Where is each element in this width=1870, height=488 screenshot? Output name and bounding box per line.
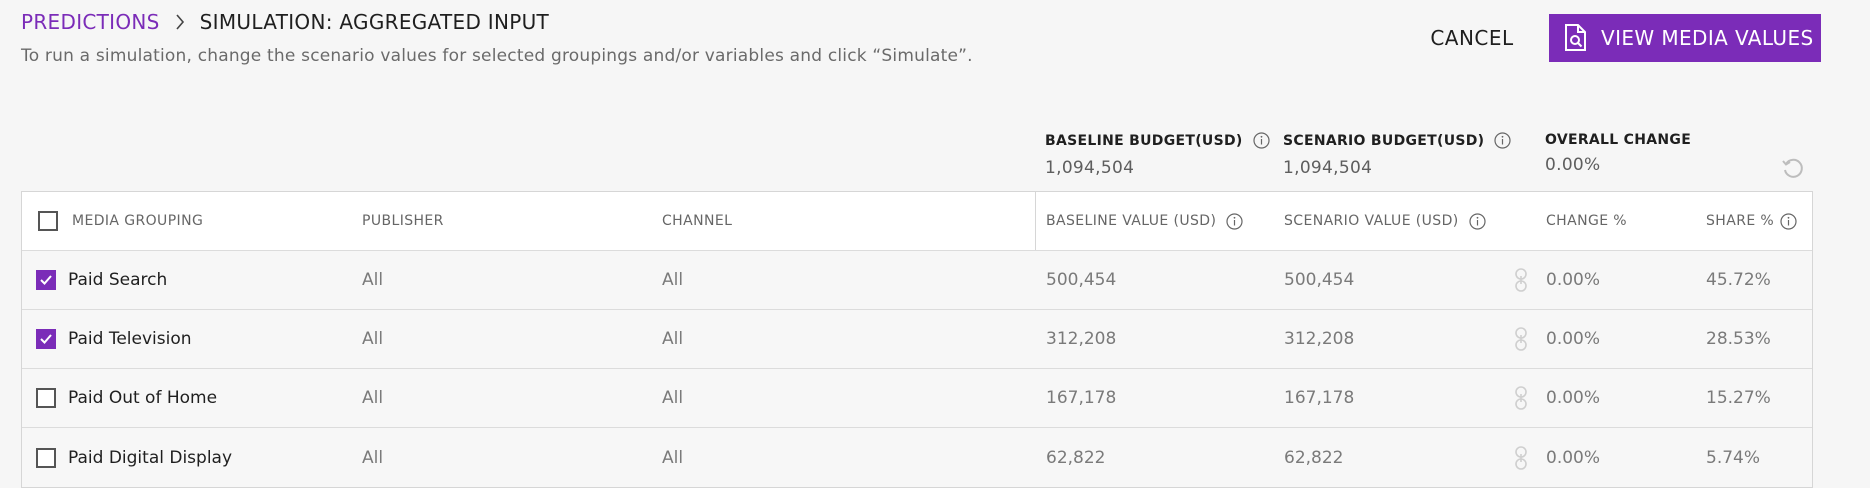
table-row: Paid Out of Home All All 167,178 167,178… [22,369,1812,428]
header-change[interactable]: CHANGE % [1546,192,1627,250]
media-grouping-name: Paid Search [68,270,168,290]
share-value: 5.74% [1706,447,1761,468]
row-checkbox[interactable] [36,447,56,468]
view-media-values-label: VIEW MEDIA VALUES [1601,26,1814,50]
row-checkbox[interactable] [36,388,56,408]
header-baseline-value[interactable]: BASELINE VALUE (USD) [1046,213,1216,229]
scenario-budget-label: SCENARIO BUDGET(USD) [1283,132,1485,149]
scenario-value-input[interactable]: 167,178 [1284,369,1354,427]
info-icon[interactable] [1252,132,1270,149]
media-grouping-name: Paid Out of Home [68,388,218,408]
header-scenario-value[interactable]: SCENARIO VALUE (USD) [1284,213,1459,229]
reset-icon[interactable] [1780,155,1806,185]
scenario-value-input[interactable]: 62,822 [1284,428,1343,487]
page-subtitle: To run a simulation, change the scenario… [21,46,973,66]
change-value: 0.00% [1546,447,1601,468]
media-table: MEDIA GROUPING PUBLISHER CHANNEL BASELIN… [21,191,1813,488]
document-search-icon [1563,23,1589,53]
chevron-right-icon [174,13,186,31]
header-share[interactable]: SHARE % [1706,213,1774,229]
overall-change-summary: OVERALL CHANGE 0.00% [1545,132,1691,175]
header-channel[interactable]: CHANNEL [662,192,732,250]
table-row: Paid Television All All 312,208 312,208 … [22,310,1812,369]
link-icon[interactable] [1514,267,1528,293]
channel-value: All [662,388,684,408]
breadcrumb: PREDICTIONS SIMULATION: AGGREGATED INPUT [21,10,549,34]
publisher-value: All [362,270,384,290]
view-media-values-button[interactable]: VIEW MEDIA VALUES [1549,14,1821,62]
publisher-value: All [362,388,384,408]
change-value: 0.00% [1546,329,1601,349]
baseline-value: 62,822 [1046,447,1106,468]
share-value: 45.72% [1706,270,1771,290]
table-row: Paid Search All All 500,454 500,454 0.00… [22,251,1812,310]
header-media-grouping[interactable]: MEDIA GROUPING [72,192,203,250]
baseline-budget-value: 1,094,504 [1045,158,1135,178]
link-icon[interactable] [1514,445,1528,471]
select-all-checkbox[interactable] [38,211,58,231]
publisher-value: All [362,329,384,349]
breadcrumb-predictions-link[interactable]: PREDICTIONS [21,10,160,34]
link-icon[interactable] [1514,385,1528,411]
info-icon[interactable] [1226,212,1243,230]
baseline-value: 500,454 [1046,270,1117,290]
share-value: 15.27% [1706,388,1771,408]
row-checkbox[interactable] [36,329,56,349]
overall-change-label: OVERALL CHANGE [1545,132,1692,148]
channel-value: All [662,270,684,290]
row-checkbox[interactable] [36,270,56,290]
cancel-button[interactable]: CANCEL [1410,16,1534,60]
link-icon[interactable] [1514,326,1528,352]
info-icon[interactable] [1780,212,1797,230]
overall-change-value: 0.00% [1545,155,1601,175]
change-value: 0.00% [1546,388,1601,408]
publisher-value: All [362,447,384,468]
media-grouping-name: Paid Digital Display [68,447,233,468]
info-icon[interactable] [1469,212,1486,230]
baseline-budget-label: BASELINE BUDGET(USD) [1045,132,1243,149]
scenario-budget-summary: SCENARIO BUDGET(USD) 1,094,504 [1283,132,1511,178]
baseline-value: 167,178 [1046,388,1117,408]
table-header: MEDIA GROUPING PUBLISHER CHANNEL BASELIN… [22,192,1812,251]
change-value: 0.00% [1546,270,1601,290]
channel-value: All [662,447,684,468]
header-publisher[interactable]: PUBLISHER [362,192,444,250]
page-title: SIMULATION: AGGREGATED INPUT [199,10,550,34]
table-row: Paid Digital Display All All 62,822 62,8… [22,428,1812,487]
scenario-budget-value: 1,094,504 [1283,158,1373,178]
info-icon[interactable] [1494,132,1511,149]
scenario-value-input[interactable]: 312,208 [1284,310,1354,368]
share-value: 28.53% [1706,329,1771,349]
channel-value: All [662,329,684,349]
media-grouping-name: Paid Television [68,329,192,349]
checkmark-icon [40,275,52,285]
baseline-value: 312,208 [1046,329,1117,349]
scenario-value-input[interactable]: 500,454 [1284,251,1354,309]
checkmark-icon [40,334,52,344]
baseline-budget-summary: BASELINE BUDGET(USD) 1,094,504 [1045,132,1270,178]
